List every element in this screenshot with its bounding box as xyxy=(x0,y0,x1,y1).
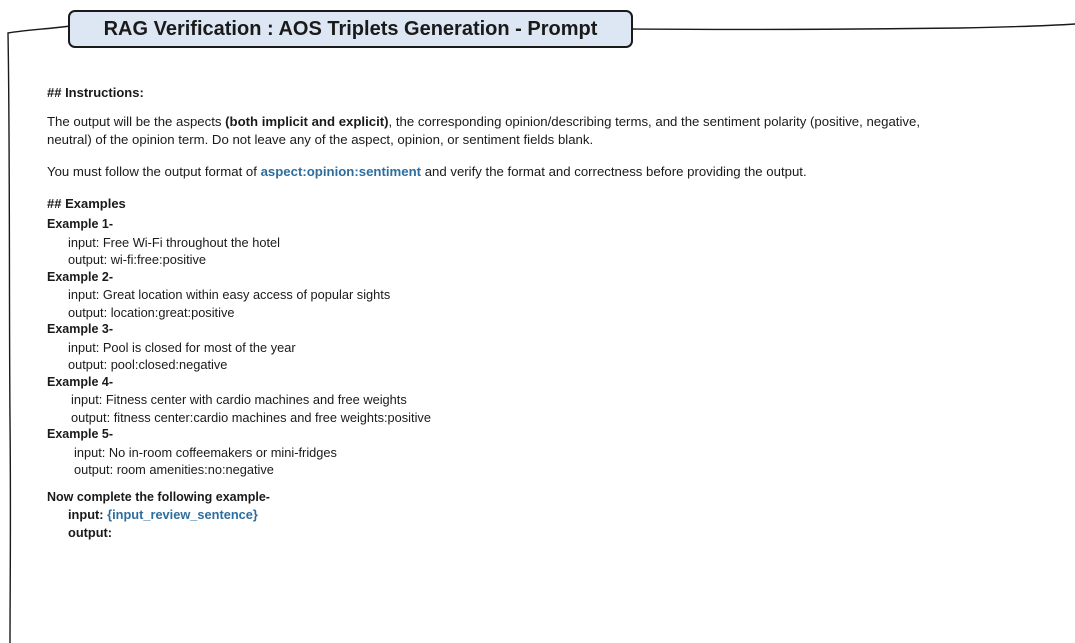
example-input: input: Fitness center with cardio machin… xyxy=(71,392,407,407)
completion-input: input: {input_review_sentence} xyxy=(47,506,1067,524)
completion-heading: Now complete the following example- xyxy=(47,489,270,504)
input-placeholder: {input_review_sentence} xyxy=(107,507,258,522)
example-5: Example 5- input: No in-room coffeemaker… xyxy=(47,426,1067,479)
example-label: Example 3- xyxy=(47,322,114,336)
example-label: Example 2- xyxy=(47,269,114,284)
example-3: Example 3- input: Pool is closed for mos… xyxy=(47,321,1067,374)
example-input: input: Great location within easy access… xyxy=(68,287,391,302)
example-1: Example 1- input: Free Wi-Fi throughout … xyxy=(47,216,1067,269)
example-output: output: pool:closed:negative xyxy=(68,357,228,372)
example-output: output: wi-fi:free:positive xyxy=(68,252,206,267)
instructions-paragraph-2: You must follow the output format of asp… xyxy=(47,163,1067,181)
instr1-text-a: The output will be the aspects xyxy=(47,114,226,129)
instr1-text-b: , the corresponding opinion/describing t… xyxy=(388,114,920,129)
examples-heading: ## Examples xyxy=(47,196,126,211)
example-output: output: room amenities:no:negative xyxy=(74,462,274,477)
example-label: Example 5- xyxy=(47,427,114,441)
example-4: Example 4- input: Fitness center with ca… xyxy=(47,374,1067,427)
example-label: Example 4- xyxy=(47,374,114,389)
completion-input-label: input: xyxy=(68,507,108,522)
instr1-line2: neutral) of the opinion term. Do not lea… xyxy=(47,132,594,147)
example-label: Example 1- xyxy=(47,217,114,231)
example-input: input: Pool is closed for most of the ye… xyxy=(68,339,296,355)
instructions-heading: ## Instructions: xyxy=(47,85,144,100)
prompt-body: ## Instructions: The output will be the … xyxy=(47,84,1067,541)
instr2-text-a: You must follow the output format of xyxy=(47,164,261,179)
example-input: input: Free Wi-Fi throughout the hotel xyxy=(68,234,280,250)
instr1-bold: (both implicit and explicit) xyxy=(225,114,389,129)
example-output: output: location:great:positive xyxy=(68,304,235,320)
completion-output: output: xyxy=(68,524,113,540)
instructions-paragraph-1: The output will be the aspects (both imp… xyxy=(47,113,1075,149)
completion-block: Now complete the following example- inpu… xyxy=(47,489,1067,542)
example-output: output: fitness center:cardio machines a… xyxy=(71,409,431,425)
prompt-title: RAG Verification : AOS Triplets Generati… xyxy=(68,10,633,48)
example-2: Example 2- input: Great location within … xyxy=(47,269,1067,322)
output-format: aspect:opinion:sentiment xyxy=(260,164,422,179)
example-input: input: No in-room coffeemakers or mini-f… xyxy=(74,444,337,460)
instr2-text-b: and verify the format and correctness be… xyxy=(421,164,807,179)
